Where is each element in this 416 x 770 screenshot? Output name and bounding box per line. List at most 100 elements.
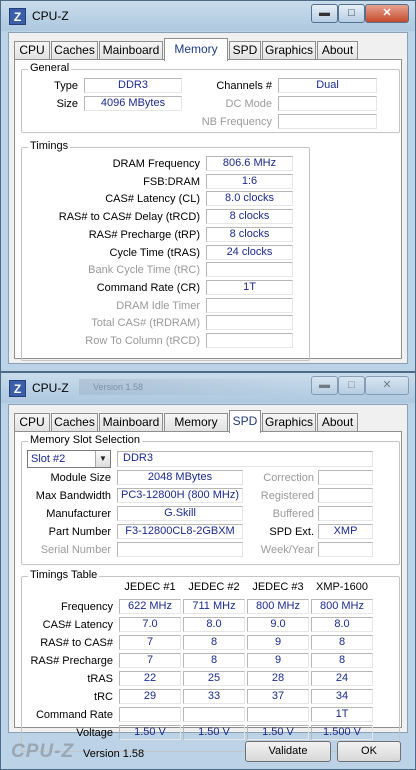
minimize-icon: ▬ [319, 379, 330, 391]
tab-spd[interactable]: SPD [229, 410, 261, 433]
timing-label: RAS# to CAS# Delay (tRCD) [58, 211, 200, 224]
minimize-button[interactable]: ▬ [311, 376, 338, 395]
module-size-label: Module Size [50, 472, 111, 484]
manufacturer-label: Manufacturer [46, 508, 111, 520]
tab-caches[interactable]: Caches [51, 41, 98, 60]
close-button[interactable]: ✕ [365, 4, 409, 23]
window-title: CPU-Z [32, 381, 69, 395]
timing-label: CAS# Latency (CL) [105, 193, 200, 206]
registered-label: Registered [260, 490, 314, 502]
timing-value [206, 262, 293, 278]
timing-label: FSB:DRAM [143, 175, 200, 188]
minimize-icon: ▬ [319, 7, 330, 19]
tab-spd[interactable]: SPD [229, 41, 261, 60]
timing-value [206, 315, 293, 331]
timing-label: Row To Column (tRCD) [85, 335, 200, 347]
size-label: Size [56, 98, 78, 110]
timing-label: Command Rate (CR) [96, 281, 200, 294]
slot-select-value: Slot #2 [31, 453, 66, 465]
timing-label: Bank Cycle Time (tRC) [88, 264, 200, 277]
table-cell: 8.0 [311, 617, 373, 632]
table-column-header: JEDEC #2 [188, 581, 240, 593]
manufacturer-value: G.Skill [117, 506, 243, 521]
general-group: General Type DDR3 Size 4096 MBytes Chann… [21, 62, 400, 133]
table-cell: 28 [247, 671, 309, 686]
week-year-label: Week/Year [260, 544, 314, 556]
minimize-button[interactable]: ▬ [311, 4, 338, 23]
channels-label: Channels # [216, 80, 272, 92]
table-cell: 7 [119, 635, 181, 650]
table-cell: 7.0 [119, 617, 181, 632]
table-column-header: JEDEC #1 [124, 581, 176, 593]
maximize-button[interactable]: □ [338, 4, 365, 23]
table-cell: 1.500 V [311, 725, 373, 740]
tab-cpu[interactable]: CPU [14, 41, 50, 60]
maximize-icon: □ [348, 7, 355, 19]
table-row-label: CAS# Latency [42, 619, 113, 631]
table-cell: 34 [311, 689, 373, 704]
title-bar[interactable]: Z CPU-Z ▬ □ ✕ [1, 1, 415, 31]
table-column-header: XMP-1600 [316, 581, 368, 593]
table-cell: 1T [311, 707, 373, 722]
timing-label: DRAM Frequency [112, 158, 200, 170]
maximize-button[interactable]: □ [338, 376, 365, 395]
tab-memory[interactable]: Memory [164, 38, 228, 61]
table-cell: 800 MHz [247, 599, 309, 614]
tab-about[interactable]: About [317, 413, 358, 432]
timing-value: 806.6 MHz [206, 156, 293, 171]
close-button[interactable]: ✕ [365, 376, 409, 395]
close-icon: ✕ [382, 379, 392, 391]
channels-value: Dual [278, 78, 377, 93]
table-cell [183, 707, 245, 722]
table-cell: 7 [119, 653, 181, 668]
timings-group: Timings DRAM Frequency 806.6 MHz FSB:DRAM 1… [21, 140, 310, 361]
correction-value [318, 470, 373, 485]
table-cell: 37 [247, 689, 309, 704]
cpuz-app-icon[interactable]: Z [9, 8, 26, 25]
buffered-value [318, 506, 373, 521]
timings-legend: Timings [28, 140, 71, 152]
table-cell: 9 [247, 653, 309, 668]
tab-cpu[interactable]: CPU [14, 413, 50, 432]
buffered-label: Buffered [272, 508, 314, 520]
type-label: Type [54, 80, 78, 92]
timing-value: 8 clocks [206, 226, 293, 242]
tab-memory[interactable]: Memory [164, 413, 228, 432]
table-row-label: Frequency [61, 601, 113, 613]
tab-about[interactable]: About [317, 41, 358, 60]
table-cell [247, 707, 309, 722]
tab-mainboard[interactable]: Mainboard [99, 413, 163, 432]
ok-button[interactable]: OK [337, 741, 401, 762]
timing-value [206, 333, 293, 348]
tab-caches[interactable]: Caches [51, 413, 98, 432]
tab-graphics[interactable]: Graphics [262, 41, 316, 60]
serial-number-label: Serial Number [40, 544, 111, 556]
slot-select[interactable]: Slot #2 ▼ [27, 450, 111, 468]
tab-graphics[interactable]: Graphics [262, 413, 316, 432]
table-cell: 24 [311, 671, 373, 686]
dc-mode-label: DC Mode [225, 98, 272, 110]
title-bar[interactable]: Z CPU-Z Version 1.58 ▬ □ ✕ [1, 373, 415, 403]
table-cell: 1.50 V [119, 725, 181, 740]
table-cell: 8.0 [183, 617, 245, 632]
correction-label: Correction [263, 472, 314, 484]
window-title: CPU-Z [32, 9, 69, 23]
timing-value [206, 297, 293, 313]
spd-ext-label: SPD Ext. [269, 526, 314, 538]
spd-panel: Memory Slot Selection Slot #2 ▼ DDR3 Mod… [14, 431, 402, 752]
serial-number-value [117, 542, 243, 557]
cpuz-app-icon[interactable]: Z [9, 380, 26, 397]
spd-ext-value: XMP [318, 524, 373, 539]
slot-selection-legend: Memory Slot Selection [28, 434, 143, 446]
table-row-label: RAS# Precharge [30, 655, 113, 667]
chevron-down-icon[interactable]: ▼ [95, 451, 110, 467]
validate-button[interactable]: Validate [245, 741, 331, 762]
timings-table-legend: Timings Table [28, 569, 100, 581]
timing-label: Cycle Time (tRAS) [109, 246, 200, 259]
memory-type-value: DDR3 [117, 451, 373, 467]
tab-mainboard[interactable]: Mainboard [99, 41, 163, 60]
timing-value: 8 clocks [206, 209, 293, 225]
table-cell: 1.50 V [247, 725, 309, 740]
table-row-label: tRC [94, 691, 113, 703]
ghost-title-text: Version 1.58 [79, 379, 299, 395]
